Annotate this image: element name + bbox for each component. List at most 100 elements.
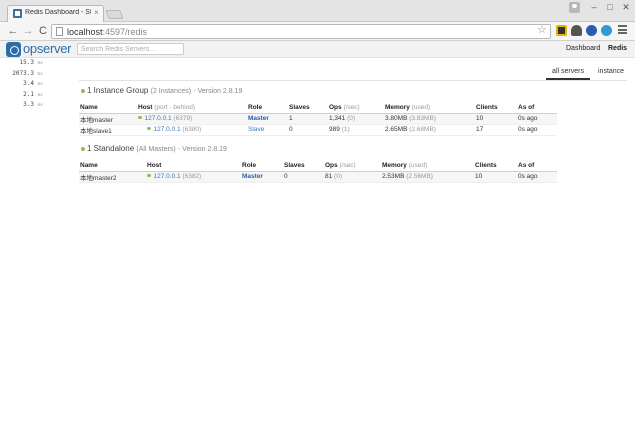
col-slaves[interactable]: Slaves bbox=[283, 160, 324, 172]
window-close-button[interactable]: ✕ bbox=[619, 2, 633, 13]
host-link[interactable]: 127.0.0.1 bbox=[145, 115, 172, 122]
extension-4-icon[interactable] bbox=[601, 25, 612, 36]
group-title-text[interactable]: 1 Instance Group bbox=[87, 86, 148, 95]
col-memory[interactable]: Memory (used) bbox=[381, 160, 474, 172]
server-clients: 10 bbox=[474, 171, 517, 183]
server-role: Slave bbox=[247, 124, 288, 136]
extension-2-icon[interactable] bbox=[571, 25, 582, 36]
status-dot-icon bbox=[138, 115, 142, 119]
col-ops-label: Ops bbox=[325, 161, 338, 169]
ops-value: 1,341 bbox=[329, 115, 346, 122]
server-name[interactable]: 本地master2 bbox=[79, 171, 146, 183]
col-ops[interactable]: Ops (/sec) bbox=[328, 102, 384, 114]
status-dot-icon bbox=[81, 147, 85, 151]
extension-1-icon[interactable] bbox=[556, 25, 567, 36]
address-bar[interactable]: localhost:4597/redis bbox=[51, 24, 551, 39]
url-text[interactable]: localhost:4597/redis bbox=[67, 27, 147, 37]
tab-close-icon[interactable]: × bbox=[94, 8, 99, 18]
url-path: :4597/redis bbox=[102, 27, 148, 37]
status-dot-icon bbox=[147, 126, 151, 130]
stat-unit: ms bbox=[37, 82, 43, 87]
host-port: (6380) bbox=[182, 126, 202, 133]
server-ops: 81 (0) bbox=[324, 171, 381, 183]
forward-arrow-icon[interactable]: → bbox=[22, 25, 34, 37]
new-tab-button[interactable] bbox=[105, 10, 124, 19]
group-subtitle: (All Masters) bbox=[136, 146, 176, 153]
stat-value: 3.3 bbox=[23, 101, 34, 108]
col-host[interactable]: Host bbox=[146, 160, 241, 172]
col-as-of[interactable]: As of bbox=[517, 102, 557, 114]
stat-row: 2073.3 ms bbox=[3, 70, 43, 81]
ops-sub: (0) bbox=[334, 173, 342, 180]
server-role: Master bbox=[241, 171, 283, 183]
col-role[interactable]: Role bbox=[247, 102, 288, 114]
browser-titlebar: Redis Dashboard - Stac × – □ ✕ bbox=[0, 0, 635, 22]
nav-dashboard-link[interactable]: Dashboard bbox=[566, 45, 600, 52]
server-name[interactable]: 本地master bbox=[79, 113, 137, 125]
col-host[interactable]: Host (port - behind) bbox=[137, 102, 247, 114]
bookmark-star-icon[interactable]: ☆ bbox=[537, 24, 547, 37]
table-row[interactable]: 本地master 127.0.0.1 (6379) Master 1 1,341… bbox=[79, 113, 557, 125]
memory-sub: (2.56MB) bbox=[406, 173, 433, 180]
host-link[interactable]: 127.0.0.1 bbox=[154, 126, 181, 133]
browser-tab[interactable]: Redis Dashboard - Stac × bbox=[7, 5, 104, 22]
server-ops: 989 (1) bbox=[328, 124, 384, 136]
stat-unit: ms bbox=[37, 71, 43, 77]
col-name[interactable]: Name bbox=[79, 102, 137, 114]
opserver-logo-icon bbox=[6, 42, 21, 57]
tab-all-servers[interactable]: all servers bbox=[546, 66, 590, 80]
host-link[interactable]: 127.0.0.1 bbox=[154, 173, 181, 180]
group-title-text[interactable]: 1 Standalone bbox=[87, 144, 134, 153]
url-host: localhost bbox=[67, 27, 103, 37]
redis-favicon-icon bbox=[13, 9, 22, 18]
server-slaves: 0 bbox=[283, 171, 324, 183]
col-clients[interactable]: Clients bbox=[475, 102, 517, 114]
server-host[interactable]: 127.0.0.1 (6380) bbox=[137, 124, 247, 136]
table-row[interactable]: 本地master2 127.0.0.1 (6382) Master 0 81 (… bbox=[79, 171, 557, 183]
col-memory[interactable]: Memory (used) bbox=[384, 102, 475, 114]
col-slaves[interactable]: Slaves bbox=[288, 102, 328, 114]
col-host-label: Host bbox=[138, 103, 153, 111]
col-ops[interactable]: Ops (/sec) bbox=[324, 160, 381, 172]
server-slaves: 0 bbox=[288, 124, 328, 136]
stat-row: 15.3 ms bbox=[3, 59, 44, 70]
stat-row: 2.1 ms bbox=[3, 91, 43, 102]
col-ops-sub: (/sec) bbox=[343, 103, 360, 111]
ops-value: 81 bbox=[325, 173, 333, 180]
search-redis-input[interactable] bbox=[77, 43, 184, 55]
server-slaves: 1 bbox=[288, 113, 328, 125]
host-port: (6382) bbox=[182, 173, 202, 180]
server-clients: 17 bbox=[475, 124, 517, 136]
server-host[interactable]: 127.0.0.1 (6382) bbox=[146, 171, 241, 183]
memory-value: 2.65MB bbox=[385, 126, 408, 133]
server-memory: 2.65MB (2.68MB) bbox=[384, 124, 475, 136]
host-port: (6379) bbox=[173, 115, 193, 122]
tab-instance[interactable]: instance bbox=[598, 66, 624, 80]
maximize-button[interactable]: □ bbox=[603, 2, 617, 13]
extension-3-icon[interactable] bbox=[586, 25, 597, 36]
table-row[interactable]: 本地slave1 127.0.0.1 (6380) Slave 0 989 (1… bbox=[79, 124, 557, 136]
instance-table: Name Host (port - behind) Role Slaves Op… bbox=[79, 102, 557, 136]
nav-redis-link[interactable]: Redis bbox=[608, 45, 627, 52]
col-memory-sub: (used) bbox=[411, 103, 431, 111]
group-title: 1 Instance Group (2 Instances) - Version… bbox=[79, 86, 557, 96]
back-arrow-icon[interactable]: ← bbox=[7, 25, 19, 37]
col-memory-label: Memory bbox=[385, 103, 410, 111]
table-header-row: Name Host Role Slaves Ops (/sec) Memory … bbox=[79, 160, 557, 172]
server-name[interactable]: 本地slave1 bbox=[79, 124, 137, 136]
server-host[interactable]: 127.0.0.1 (6379) bbox=[137, 113, 247, 125]
reload-icon[interactable]: C bbox=[37, 25, 49, 37]
user-profile-icon[interactable] bbox=[569, 2, 580, 13]
minimize-button[interactable]: – bbox=[587, 2, 601, 13]
stat-row: 3.3 ms bbox=[3, 101, 43, 112]
col-role[interactable]: Role bbox=[241, 160, 283, 172]
col-as-of[interactable]: As of bbox=[517, 160, 557, 172]
standalone-group: 1 Standalone (All Masters) - Version 2.8… bbox=[79, 144, 557, 183]
memory-value: 3.80MB bbox=[385, 115, 408, 122]
col-clients[interactable]: Clients bbox=[474, 160, 517, 172]
col-host-sub: (port - behind) bbox=[154, 103, 196, 111]
col-name[interactable]: Name bbox=[79, 160, 146, 172]
browser-menu-icon[interactable] bbox=[618, 25, 627, 34]
server-memory: 2.53MB (2.56MB) bbox=[381, 171, 474, 183]
tab-title: Redis Dashboard - Stac bbox=[25, 9, 91, 16]
